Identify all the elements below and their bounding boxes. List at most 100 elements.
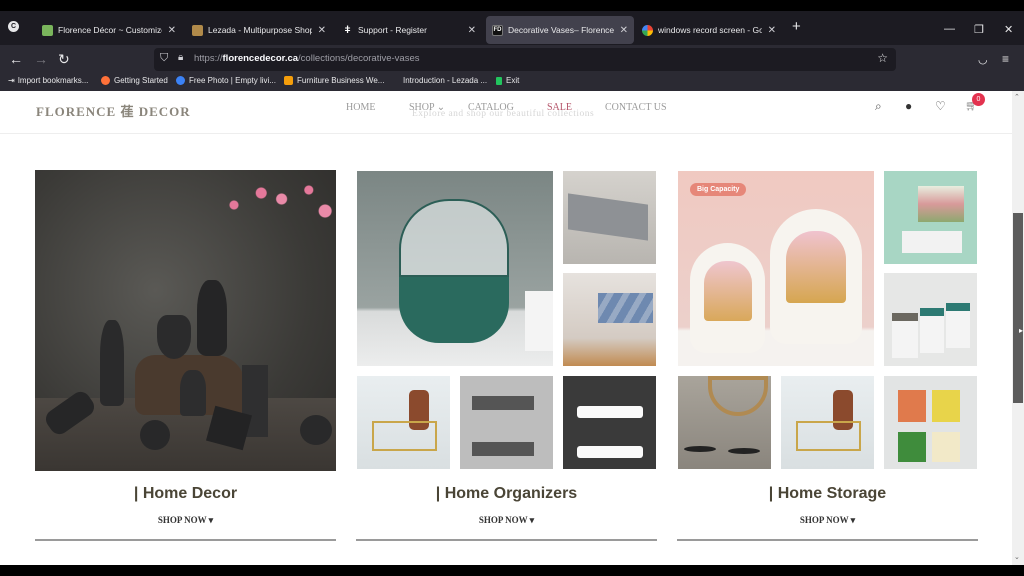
nav-shop[interactable]: SHOP ⌄ [409,102,445,113]
rice-dispenser-photo [884,273,977,366]
web-page: FLORENCE 龿 DECOR Explore and shop our be… [0,91,1012,565]
tab-florence-customize[interactable]: Florence Décor ~ Customize Le ✕ [36,16,182,44]
firefox-view-icon[interactable]: C [8,21,19,32]
reload-icon[interactable]: ↻ [58,51,70,67]
vase [197,280,227,356]
exit-icon [496,76,502,85]
nav-home[interactable]: HOME [346,102,375,113]
bookmark-free-photo[interactable]: Free Photo | Empty livi... [176,76,276,85]
bookmark-lezada-intro[interactable]: Introduction - Lezada ... [403,76,487,85]
tab-title: Decorative Vases– Florence De [508,25,614,35]
vase [140,420,170,450]
lezada-icon [192,24,203,36]
shop-now-link[interactable]: SHOP NOW ▾ [35,515,336,526]
gold-tray-photo [781,376,874,469]
clothes-organizer-photo [563,273,656,366]
home-storage-image[interactable]: Big Capacity [677,170,978,471]
gold-tray-photo [357,376,450,469]
tab-title: Lezada - Multipurpose Shopify [208,25,312,35]
account-icon[interactable]: ● [905,99,912,113]
import-icon: ⇥ [8,76,15,85]
drawer-organizer-photo [563,171,656,264]
cosmetic-tray-photo [678,376,771,469]
minimize-icon[interactable]: — [944,23,955,35]
close-tab-icon[interactable]: ✕ [468,25,476,36]
google-icon [642,24,653,36]
bookmark-label: Getting Started [114,76,168,85]
divider [35,539,336,541]
nav-contact-us[interactable]: CONTACT US [605,102,667,113]
wishlist-heart-icon[interactable]: ♡ [935,99,946,113]
fridge-bins-photo [884,376,977,469]
screen-bottom-border [0,565,1024,576]
tab-lezada[interactable]: Lezada - Multipurpose Shopify ✕ [186,16,332,44]
divider [677,539,978,541]
nav-sale[interactable]: SALE [547,102,572,113]
shop-now-link[interactable]: SHOP NOW ▾ [356,515,657,526]
shop-now-link[interactable]: SHOP NOW ▾ [677,515,978,526]
back-icon[interactable]: ← [9,51,23,67]
bookmark-import[interactable]: ⇥ Import bookmarks... [8,76,88,85]
nav-catalog[interactable]: CATALOG [468,102,514,113]
collection-heading: | Home Storage [768,485,887,502]
lock-icon[interactable]: 🔒︎ [178,52,183,63]
bookmark-label: Import bookmarks... [17,76,89,85]
freepik-icon [176,76,185,85]
url-domain: florencedecor.ca [222,53,299,64]
tab-google-search[interactable]: windows record screen - Googl ✕ [636,16,782,44]
vase [180,370,206,416]
bookmark-getting-started[interactable]: Getting Started [101,76,168,85]
tab-title: Florence Décor ~ Customize Le [58,25,162,35]
cart-count-badge: 0 [972,93,985,106]
pocket-icon[interactable]: ◡ [978,52,988,68]
search-icon[interactable]: ⌕ [875,99,882,114]
scroll-up-icon[interactable]: ⌃ [1014,93,1020,101]
fd-icon: FD [492,24,503,36]
bookmark-label: Introduction - Lezada ... [403,76,488,85]
close-tab-icon[interactable]: ✕ [768,25,776,36]
bookmark-furniture[interactable]: Furniture Business We... [284,76,384,85]
navigation-toolbar: ← → ↻ ⛉ 🔒︎ https://florencedecor.ca/coll… [0,45,1024,73]
forward-icon[interactable]: → [34,51,48,67]
storage-pod-small [690,243,765,353]
bookmark-label: Free Photo | Empty livi... [189,76,276,85]
close-window-icon[interactable]: ✕ [1004,23,1013,36]
close-tab-icon[interactable]: ✕ [620,25,628,36]
bookmarks-toolbar: ⇥ Import bookmarks... Getting Started Fre… [0,73,1024,91]
divider [356,539,657,541]
white-shelf-photo [563,376,656,469]
new-tab-button[interactable]: + [792,18,801,35]
wall-shelf-photo [460,376,553,469]
organizer-main-photo [357,171,553,366]
tab-support-register[interactable]: ǂ Support - Register ✕ [336,16,482,44]
menu-icon[interactable]: ≡ [1002,51,1009,67]
hplus-icon: ǂ [344,24,351,36]
home-organizers-image[interactable] [356,170,657,471]
vase [157,315,191,359]
bookmark-star-icon[interactable]: ☆ [877,51,888,65]
bookmark-exit[interactable]: Exit [496,76,519,85]
close-tab-icon[interactable]: ✕ [168,25,176,36]
tab-decorative-vases[interactable]: FD Decorative Vases– Florence De ✕ [486,16,634,44]
furniture-icon [284,76,293,85]
bookmark-label: Furniture Business We... [297,76,385,85]
url-bar[interactable]: ⛉ 🔒︎ https://florencedecor.ca/collection… [154,48,896,71]
home-decor-image[interactable] [35,170,336,471]
site-header: FLORENCE 龿 DECOR Explore and shop our be… [0,91,1012,134]
url-path: /collections/decorative-vases [298,53,420,64]
tab-title: windows record screen - Googl [658,25,762,35]
scroll-down-icon[interactable]: ⌄ [1014,553,1020,561]
shield-icon[interactable]: ⛉ [160,52,168,65]
collection-home-storage: Big Capacity | Home Storage SHOP NOW ▾ [677,170,978,541]
vase [100,320,124,406]
vase [300,415,332,445]
collection-home-decor: | Home Decor SHOP NOW ▾ [35,170,336,541]
big-capacity-badge: Big Capacity [690,183,747,196]
scrollbar-thumb[interactable] [1013,213,1023,403]
close-tab-icon[interactable]: ✕ [318,25,326,36]
site-logo[interactable]: FLORENCE 龿 DECOR [36,101,191,120]
restore-icon[interactable]: ❐ [974,23,984,36]
tab-title: Support - Register [358,25,427,35]
url-prefix: https:// [194,53,223,64]
page-scrollbar[interactable]: ⌃ ▸ ⌄ [1012,91,1024,565]
